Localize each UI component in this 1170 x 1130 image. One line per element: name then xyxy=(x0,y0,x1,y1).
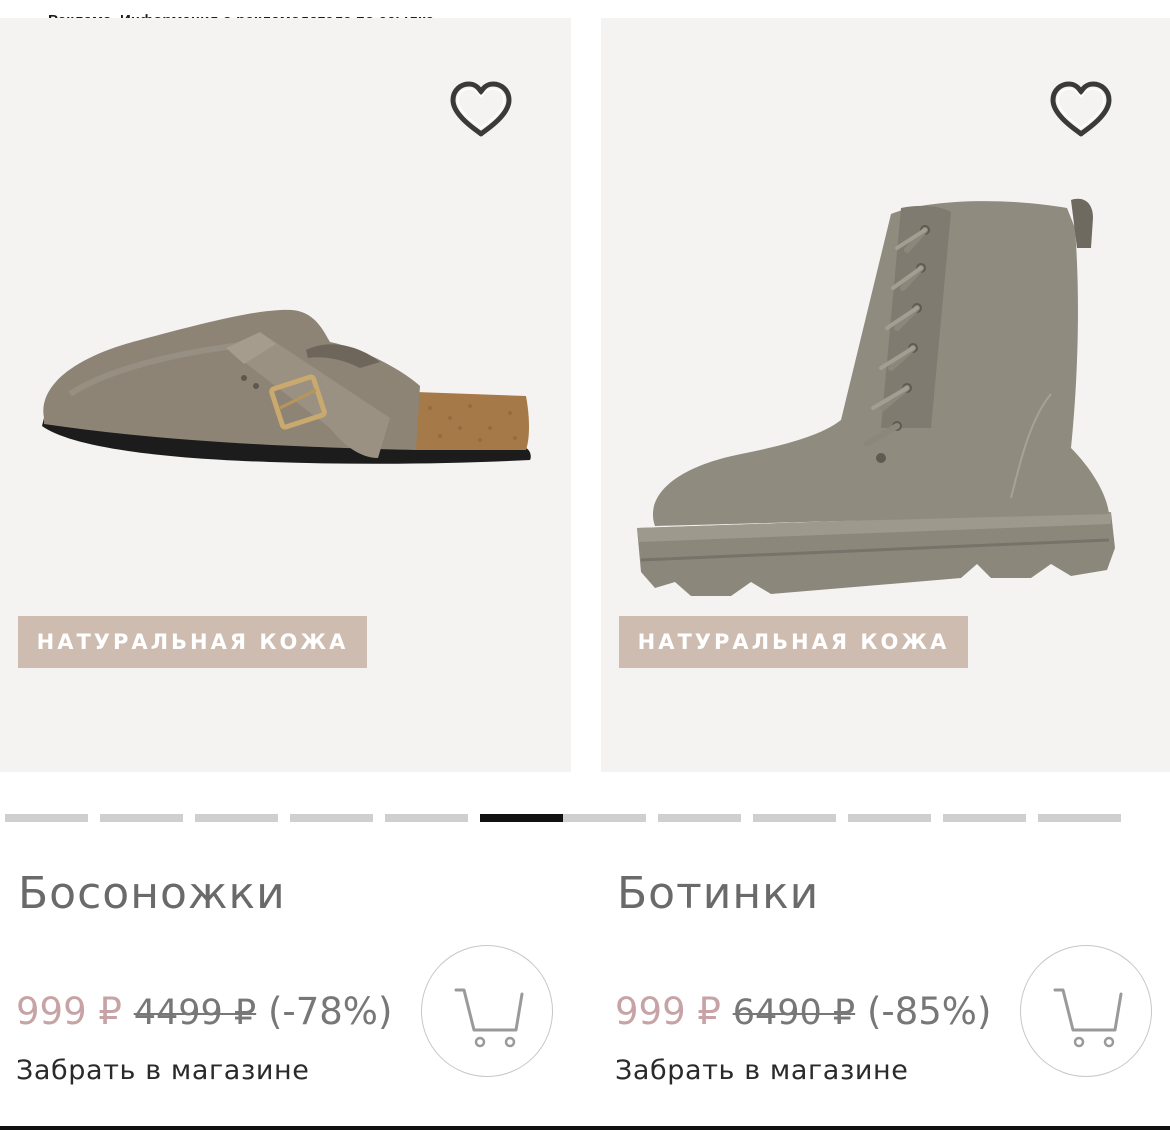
pickup-in-store-label: Забрать в магазине xyxy=(615,1055,909,1086)
product-title[interactable]: Босоножки xyxy=(18,868,286,919)
pager-segment[interactable] xyxy=(563,814,646,822)
product-card-sandals[interactable]: НАТУРАЛЬНАЯ КОЖА xyxy=(0,18,571,772)
favorite-button[interactable] xyxy=(1048,80,1114,140)
current-price: 999 ₽ xyxy=(615,990,721,1033)
heart-icon xyxy=(450,81,512,137)
old-price: 6490 ₽ xyxy=(732,993,856,1033)
lace-up-boot-icon[interactable] xyxy=(631,168,1121,608)
discount-label: (-78%) xyxy=(267,990,393,1033)
old-price: 4499 ₽ xyxy=(133,993,257,1033)
product-card-boots[interactable]: НАТУРАЛЬНАЯ КОЖА xyxy=(601,18,1170,772)
price-row: 999 ₽ 4499 ₽ (-78%) xyxy=(16,990,392,1033)
favorite-button[interactable] xyxy=(448,80,514,140)
pager-segment[interactable] xyxy=(385,814,468,822)
pager-segment[interactable] xyxy=(5,814,88,822)
pager-segment[interactable] xyxy=(848,814,931,822)
bottom-divider xyxy=(0,1126,1170,1130)
natural-leather-badge: НАТУРАЛЬНАЯ КОЖА xyxy=(619,616,968,668)
add-to-cart-button[interactable] xyxy=(1020,945,1152,1077)
product-title[interactable]: Ботинки xyxy=(617,868,819,919)
heart-icon xyxy=(1050,81,1112,137)
pager-segment-active[interactable] xyxy=(480,814,563,822)
natural-leather-badge: НАТУРАЛЬНАЯ КОЖА xyxy=(18,616,367,668)
current-price: 999 ₽ xyxy=(16,990,122,1033)
suede-clog-icon[interactable] xyxy=(30,268,540,498)
pager-segment[interactable] xyxy=(100,814,183,822)
pickup-in-store-label: Забрать в магазине xyxy=(16,1055,310,1086)
cart-icon xyxy=(1053,988,1123,1048)
pager-segment[interactable] xyxy=(1038,814,1121,822)
pager-segment[interactable] xyxy=(943,814,1026,822)
pager-segment[interactable] xyxy=(658,814,741,822)
pager-segment[interactable] xyxy=(195,814,278,822)
discount-label: (-85%) xyxy=(866,990,992,1033)
carousel-pagination[interactable] xyxy=(0,814,1170,822)
pager-segment[interactable] xyxy=(753,814,836,822)
add-to-cart-button[interactable] xyxy=(421,945,553,1077)
pager-segment[interactable] xyxy=(290,814,373,822)
price-row: 999 ₽ 6490 ₽ (-85%) xyxy=(615,990,991,1033)
cart-icon xyxy=(454,988,524,1048)
